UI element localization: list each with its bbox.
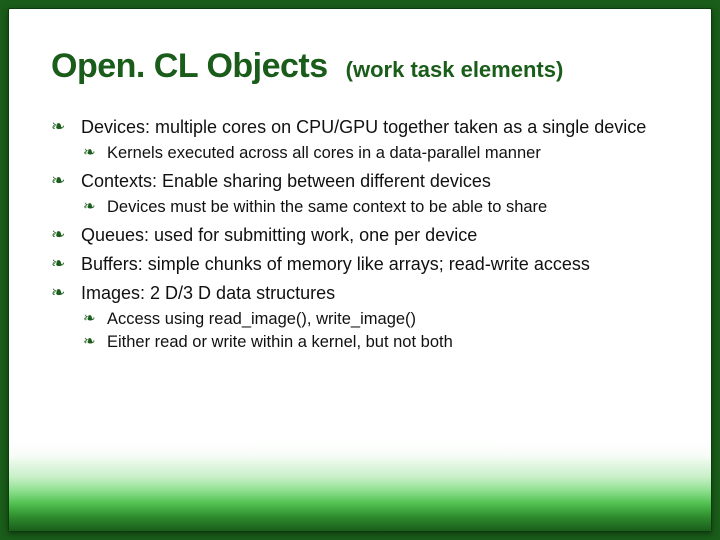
list-item: Kernels executed across all cores in a d… bbox=[103, 143, 669, 164]
slide-frame: Open. CL Objects (work task elements) De… bbox=[8, 8, 712, 532]
list-item-text: Images: 2 D/3 D data structures bbox=[81, 283, 335, 303]
list-item: Access using read_image(), write_image() bbox=[103, 309, 669, 330]
list-item: Devices: multiple cores on CPU/GPU toget… bbox=[75, 116, 669, 164]
slide-title: Open. CL Objects bbox=[51, 47, 328, 86]
list-item: Buffers: simple chunks of memory like ar… bbox=[75, 253, 669, 276]
sub-list: Access using read_image(), write_image()… bbox=[81, 309, 669, 353]
list-item: Either read or write within a kernel, bu… bbox=[103, 332, 669, 353]
list-item-text: Queues: used for submitting work, one pe… bbox=[81, 225, 477, 245]
list-item-text: Either read or write within a kernel, bu… bbox=[107, 333, 453, 351]
list-item-text: Kernels executed across all cores in a d… bbox=[107, 144, 541, 162]
list-item: Images: 2 D/3 D data structures Access u… bbox=[75, 282, 669, 353]
list-item: Queues: used for submitting work, one pe… bbox=[75, 224, 669, 247]
sub-list: Kernels executed across all cores in a d… bbox=[81, 143, 669, 164]
slide-subtitle: (work task elements) bbox=[346, 57, 564, 83]
list-item: Devices must be within the same context … bbox=[103, 197, 669, 218]
title-row: Open. CL Objects (work task elements) bbox=[51, 47, 669, 86]
list-item-text: Buffers: simple chunks of memory like ar… bbox=[81, 254, 590, 274]
slide-content: Open. CL Objects (work task elements) De… bbox=[9, 9, 711, 531]
list-item-text: Devices: multiple cores on CPU/GPU toget… bbox=[81, 117, 646, 137]
sub-list: Devices must be within the same context … bbox=[81, 197, 669, 218]
list-item-text: Contexts: Enable sharing between differe… bbox=[81, 171, 491, 191]
bullet-list: Devices: multiple cores on CPU/GPU toget… bbox=[51, 116, 669, 354]
list-item: Contexts: Enable sharing between differe… bbox=[75, 170, 669, 218]
list-item-text: Devices must be within the same context … bbox=[107, 198, 547, 216]
list-item-text: Access using read_image(), write_image() bbox=[107, 310, 416, 328]
